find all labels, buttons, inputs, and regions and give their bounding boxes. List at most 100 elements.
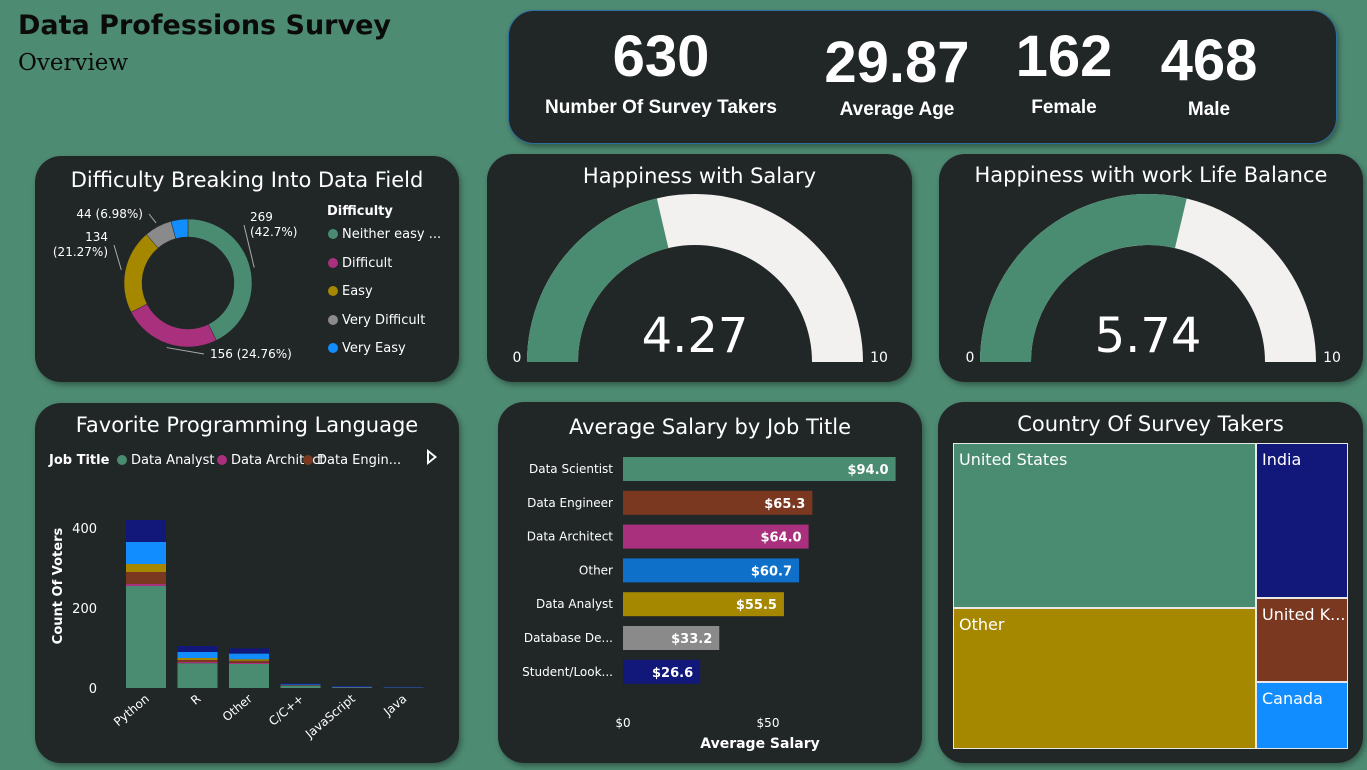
kpi-female-value: 162 — [1015, 24, 1113, 89]
y-axis-label: Count Of Voters — [51, 528, 66, 645]
bar-segment-python[interactable] — [126, 586, 166, 688]
bar-segment-c-c[interactable] — [280, 684, 321, 686]
bar-data-label: $26.6 — [652, 666, 693, 681]
treemap-cell-united-states[interactable]: United States — [953, 443, 1256, 608]
donut-data-label: 269 (42.7%) — [250, 210, 297, 239]
treemap-cell-india[interactable]: India — [1256, 443, 1348, 598]
legend-label: Difficult — [342, 255, 393, 271]
gauge-min-label: 0 — [966, 350, 975, 366]
bar-segment-r[interactable] — [177, 646, 218, 652]
treemap-label: India — [1262, 450, 1302, 469]
treemap-cell-other[interactable]: Other — [953, 608, 1256, 749]
bar-category-label: Database De... — [524, 631, 613, 645]
gauge-value: 4.27 — [642, 308, 749, 364]
y-tick-label: 400 — [72, 522, 97, 537]
kpi-survey-takers-label: Number Of Survey Takers — [545, 97, 777, 118]
legend-label: Neither easy ... — [342, 227, 442, 242]
legend-item-difficult[interactable]: Difficult — [328, 256, 392, 271]
bar-data-label: $65.3 — [764, 497, 805, 512]
treemap-cell-united-k[interactable]: United K... — [1256, 598, 1348, 682]
donut-data-label: 134 (21.27%) — [53, 230, 108, 259]
bar-segment-r[interactable] — [177, 660, 218, 662]
kpi-male-value: 468 — [1160, 28, 1258, 93]
x-tick-label: Python — [111, 692, 152, 729]
difficulty-legend-title: Difficulty — [327, 204, 393, 219]
legend-dot-icon — [328, 229, 338, 239]
salary-by-job-card: Average Salary by Job Title Data Scienti… — [498, 402, 922, 763]
legend-dot-icon — [328, 343, 338, 353]
kpi-male-label: Male — [1187, 99, 1231, 120]
kpi-average-age-label: Average Age — [839, 99, 955, 120]
x-tick-label: $50 — [757, 716, 780, 730]
bar-data-label: $64.0 — [760, 531, 801, 546]
programming-language-card: Favorite Programming Language Job Title … — [35, 403, 459, 763]
bar-segment-python[interactable] — [126, 584, 166, 586]
bar-category-label: Data Architect — [527, 530, 614, 544]
bar-segment-r[interactable] — [177, 662, 218, 664]
salary-happiness-gauge: 4.27 0 10 — [513, 194, 888, 366]
legend-dot-icon — [328, 257, 338, 268]
donut-leader-line — [113, 244, 122, 270]
country-card: Country Of Survey Takers United States Ot… — [938, 402, 1363, 763]
legend-item-neither-easy[interactable]: Neither easy ... — [328, 227, 441, 242]
bar-category-label: Data Scientist — [529, 462, 613, 476]
x-tick-label: Other — [220, 692, 255, 725]
difficulty-card: Difficulty Breaking Into Data Field 269(… — [35, 156, 459, 382]
donut-data-label: 156 (24.76%) — [210, 347, 292, 361]
bar-segment-c-c[interactable] — [280, 686, 321, 688]
donut-slice-neither-easy[interactable] — [187, 218, 253, 341]
legend-item-very-easy[interactable]: Very Easy — [328, 341, 406, 356]
donut-slice-easy[interactable] — [123, 234, 159, 313]
x-tick-label: JavaScript — [302, 691, 358, 741]
kpi-survey-takers-value: 630 — [612, 24, 710, 89]
bar-category-label: Other — [579, 563, 613, 577]
bar-segment-r[interactable] — [177, 658, 218, 660]
x-tick-label: R — [188, 692, 203, 708]
x-tick-label: C/C++ — [266, 692, 306, 729]
salary-happiness-card: Happiness with Salary 4.27 0 10 — [487, 154, 912, 382]
gauge-value: 5.74 — [1095, 308, 1202, 364]
donut-leader-line — [148, 213, 157, 224]
donut-leader-line — [166, 347, 205, 355]
legend-label: Easy — [342, 284, 373, 299]
bar-category-label: Data Analyst — [536, 597, 613, 611]
bar-data-label: $33.2 — [671, 632, 712, 647]
bar-segment-python[interactable] — [126, 542, 166, 564]
bar-segment-python[interactable] — [126, 564, 166, 572]
legend-item-easy[interactable]: Easy — [328, 284, 373, 299]
treemap-label: United States — [959, 450, 1068, 469]
bar-segment-other[interactable] — [229, 662, 269, 664]
bar-category-label: Student/Look... — [522, 665, 613, 679]
y-tick-label: 200 — [72, 602, 97, 617]
bar-segment-c-c[interactable] — [280, 683, 321, 685]
legend-label: Very Difficult — [342, 312, 426, 328]
bar-segment-other[interactable] — [229, 648, 269, 654]
donut-data-label: 44 (6.98%) — [76, 207, 143, 221]
kpi-female-label: Female — [1031, 97, 1097, 118]
x-axis-label: Average Salary — [700, 736, 820, 752]
bar-category-label: Data Engineer — [527, 496, 613, 510]
bar-segment-javascript[interactable] — [332, 686, 372, 687]
worklife-happiness-gauge: 5.74 0 10 — [966, 194, 1341, 366]
bar-segment-r[interactable] — [177, 652, 218, 658]
x-tick-label: Java — [380, 692, 409, 720]
bar-segment-c-c[interactable] — [280, 685, 321, 686]
legend-dot-icon — [328, 314, 338, 325]
treemap-cell-canada[interactable]: Canada — [1256, 682, 1348, 749]
donut-slice-difficult[interactable] — [130, 303, 217, 348]
bar-segment-java[interactable] — [383, 686, 424, 688]
bar-segment-python[interactable] — [126, 572, 166, 584]
treemap-label: United K... — [1262, 605, 1346, 624]
bar-segment-other[interactable] — [229, 659, 269, 661]
bar-segment-r[interactable] — [177, 663, 218, 688]
gauge-max-label: 10 — [870, 350, 888, 366]
legend-item-very-difficult[interactable]: Very Difficult — [328, 313, 425, 328]
bar-segment-python[interactable] — [126, 520, 166, 542]
bar-data-label: $55.5 — [736, 598, 777, 613]
bar-segment-other[interactable] — [229, 660, 269, 663]
bar-segment-other[interactable] — [229, 653, 269, 660]
dashboard-title: Data Professions Survey — [18, 10, 392, 41]
bar-data-label: $60.7 — [751, 564, 792, 579]
bar-segment-other[interactable] — [229, 664, 269, 688]
dashboard-subtitle: Overview — [18, 50, 129, 76]
